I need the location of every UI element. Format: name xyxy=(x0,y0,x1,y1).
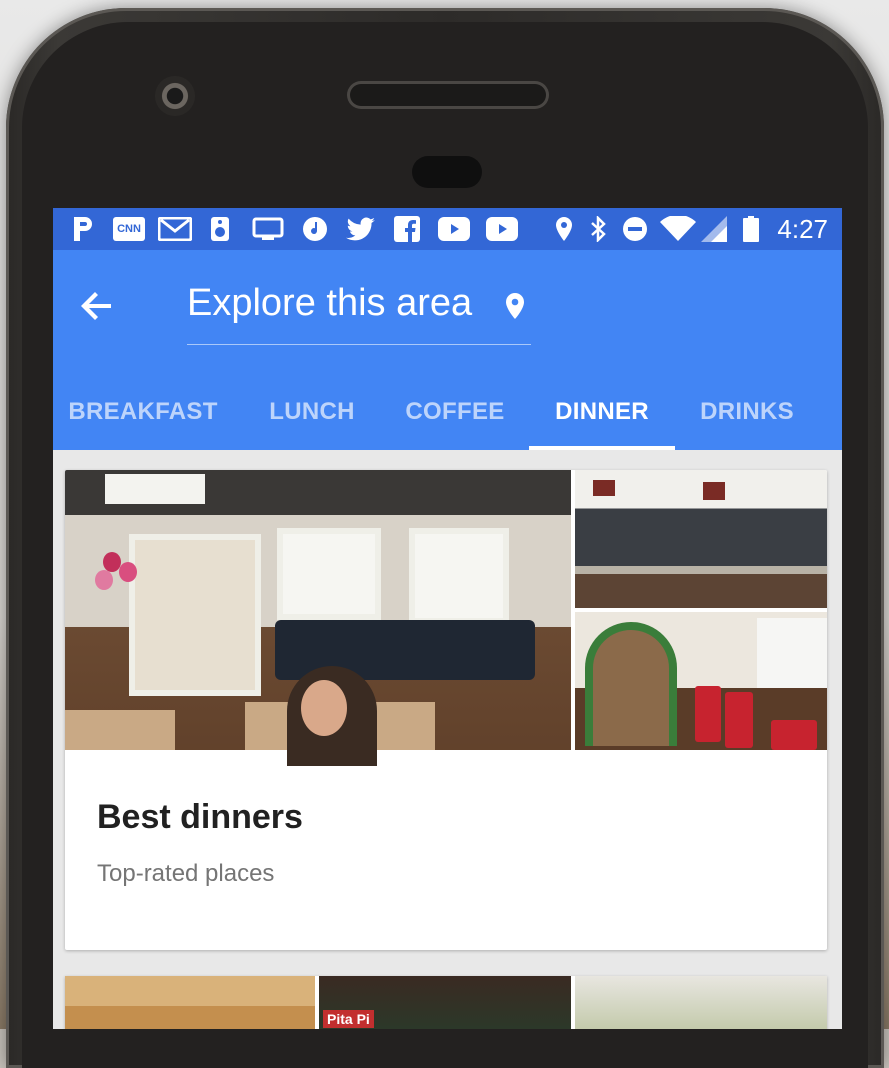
clock: 4:27 xyxy=(777,214,828,244)
photo-detail xyxy=(409,528,509,624)
pita-sign: Pita Pi xyxy=(323,1010,374,1028)
pandora-icon xyxy=(69,216,99,242)
category-tabs: BREAKFAST LUNCH COFFEE DINNER DRINKS xyxy=(53,378,842,450)
gmail-icon xyxy=(157,216,193,242)
cnn-icon: CNN xyxy=(113,217,145,241)
best-dinners-card[interactable]: Best dinners Top-rated places xyxy=(65,470,827,950)
food-photo-pita: Pita Pi xyxy=(319,976,571,1029)
photo-detail xyxy=(301,680,347,736)
food-photo-salad xyxy=(575,976,827,1029)
youtube-icon xyxy=(485,216,519,242)
restaurant-photo-top-right xyxy=(575,470,827,608)
next-card[interactable]: Pita Pi xyxy=(65,976,827,1029)
photo-detail xyxy=(757,618,827,688)
front-camera xyxy=(155,76,195,116)
photo-detail xyxy=(119,562,137,582)
location-pin-icon[interactable] xyxy=(505,292,525,325)
tab-lunch[interactable]: LUNCH xyxy=(253,378,371,450)
cnn-label: CNN xyxy=(117,223,141,235)
location-icon xyxy=(553,216,575,242)
page-title[interactable]: Explore this area xyxy=(187,282,472,325)
photo-detail xyxy=(65,710,175,750)
signal-icon xyxy=(699,216,729,242)
proximity-sensor xyxy=(412,156,482,188)
photo-detail xyxy=(105,474,205,504)
title-underline xyxy=(187,344,531,345)
photo-detail xyxy=(129,534,261,696)
restaurant-photo-bottom-right xyxy=(575,612,827,750)
tab-breakfast[interactable]: BREAKFAST xyxy=(53,378,233,450)
youtube-icon xyxy=(437,216,471,242)
battery-icon xyxy=(741,216,761,242)
arrow-back-icon xyxy=(81,292,111,320)
tab-dinner[interactable]: DINNER xyxy=(529,378,675,450)
twitter-icon xyxy=(345,216,377,242)
tab-drinks[interactable]: DRINKS xyxy=(685,378,809,450)
facebook-icon xyxy=(393,216,421,242)
wifi-icon xyxy=(659,216,697,242)
photo-detail xyxy=(703,482,725,500)
photo-detail xyxy=(771,720,817,750)
phone-screen: CNN 4:27 Explore this area BREAKFAST LUN… xyxy=(53,208,842,1029)
photo-detail xyxy=(695,686,721,742)
card-title: Best dinners xyxy=(97,798,303,836)
food-photo-burger xyxy=(65,976,315,1029)
photo-detail xyxy=(277,528,381,620)
cast-icon xyxy=(251,216,285,242)
do-not-disturb-icon xyxy=(621,216,649,242)
back-button[interactable] xyxy=(77,286,127,326)
photo-detail xyxy=(593,480,615,496)
card-subtitle: Top-rated places xyxy=(97,860,275,887)
tab-coffee[interactable]: COFFEE xyxy=(391,378,519,450)
photo-detail xyxy=(575,566,827,574)
app-bar: Explore this area BREAKFAST LUNCH COFFEE… xyxy=(53,250,842,450)
earpiece-speaker xyxy=(350,84,546,106)
bluetooth-icon xyxy=(587,216,609,242)
speaker-icon xyxy=(209,216,231,242)
restaurant-photo-main xyxy=(65,470,571,766)
photo-detail xyxy=(95,570,113,590)
photo-detail xyxy=(725,692,753,748)
status-bar: CNN 4:27 xyxy=(53,208,842,250)
photo-detail xyxy=(585,622,677,746)
music-icon xyxy=(301,216,329,242)
